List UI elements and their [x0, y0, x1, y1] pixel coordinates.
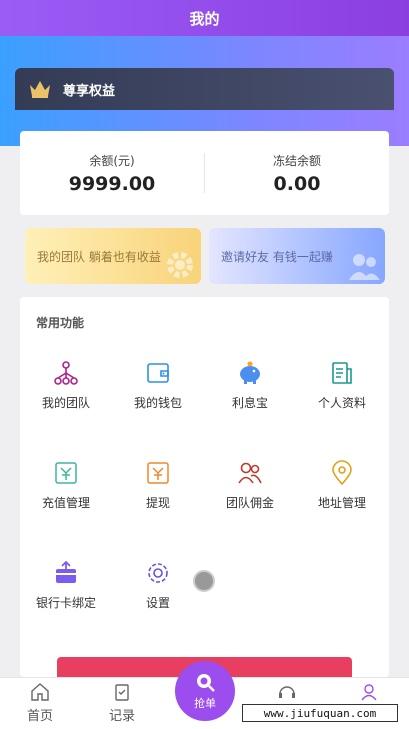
my-team-promo[interactable]: 我的团队 躺着也有收益 [25, 228, 201, 284]
bank-card-label: 银行卡绑定 [35, 596, 96, 610]
balance-card: 余额(元) 9999.00 冻结余额 0.00 [20, 131, 389, 215]
team-tree-icon [54, 361, 78, 385]
tab-records-label: 记录 [108, 709, 135, 724]
grab-order-button[interactable]: 抢单 [175, 661, 235, 721]
recharge-label: 充值管理 [41, 496, 90, 510]
tab-home-label: 首页 [26, 709, 53, 724]
settings-label: 设置 [145, 596, 170, 610]
grab-order-label: 抢单 [194, 697, 216, 710]
interest-treasure-entry[interactable]: 利息宝 [204, 360, 296, 411]
gear-decoration-icon [167, 252, 193, 278]
bank-card-entry[interactable]: 银行卡绑定 [20, 560, 112, 611]
gear-icon [148, 563, 168, 583]
common-functions-card: 常用功能 我的团队 我的钱包 利息宝 个人资料 充值管理 提现 团队佣金 地址管… [20, 297, 389, 677]
balance-column[interactable]: 余额(元) 9999.00 [20, 152, 204, 195]
home-icon [31, 683, 49, 701]
my-wallet-entry[interactable]: 我的钱包 [112, 360, 204, 411]
records-icon [115, 684, 129, 701]
people-decoration-icon [349, 254, 380, 280]
wallet-icon [147, 363, 169, 383]
page-title: 我的 [189, 9, 220, 28]
team-commission-entry[interactable]: 团队佣金 [204, 460, 296, 511]
profile-label: 个人资料 [317, 396, 366, 410]
team-commission-icon [238, 462, 262, 484]
crown-icon [30, 81, 50, 98]
tab-home[interactable]: 首页 [10, 682, 70, 724]
profile-entry[interactable]: 个人资料 [296, 360, 388, 411]
piggy-bank-icon [240, 361, 260, 384]
tab-service[interactable] [257, 682, 317, 702]
watermark: www.jiufuquan.com [242, 704, 398, 722]
touch-indicator [193, 570, 215, 592]
vip-benefits-label: 尊享权益 [63, 83, 116, 99]
balance-label: 余额(元) [89, 153, 135, 168]
my-team-promo-text: 我的团队 躺着也有收益 [37, 249, 161, 264]
bank-card-icon [56, 560, 76, 583]
tab-mine[interactable] [339, 682, 399, 702]
watermark-text: www.jiufuquan.com [263, 706, 377, 720]
recharge-icon [55, 462, 77, 484]
grab-order-icon [197, 674, 215, 692]
page-header: 我的 [0, 0, 409, 36]
frozen-balance-column[interactable]: 冻结余额 0.00 [205, 152, 389, 195]
tab-records[interactable]: 记录 [92, 682, 152, 724]
withdraw-label: 提现 [145, 496, 170, 510]
my-team-entry[interactable]: 我的团队 [20, 360, 112, 411]
settings-entry[interactable]: 设置 [112, 560, 204, 611]
address-entry[interactable]: 地址管理 [296, 460, 388, 511]
headset-icon [279, 686, 295, 698]
frozen-balance-value: 0.00 [273, 172, 321, 195]
my-wallet-label: 我的钱包 [133, 396, 182, 410]
location-pin-icon [332, 460, 352, 486]
vip-benefits-card[interactable]: 尊享权益 [15, 68, 394, 110]
invite-friends-promo-text: 邀请好友 有钱一起赚 [221, 249, 333, 264]
withdraw-icon [147, 462, 169, 484]
team-commission-label: 团队佣金 [225, 496, 274, 510]
common-functions-title: 常用功能 [36, 316, 85, 330]
user-icon [361, 684, 377, 701]
withdraw-entry[interactable]: 提现 [112, 460, 204, 511]
frozen-balance-label: 冻结余额 [272, 153, 321, 168]
invite-friends-promo[interactable]: 邀请好友 有钱一起赚 [209, 228, 385, 284]
recharge-entry[interactable]: 充值管理 [20, 460, 112, 511]
balance-value: 9999.00 [68, 172, 156, 195]
my-team-label: 我的团队 [41, 396, 90, 410]
profile-doc-icon [332, 362, 352, 384]
interest-treasure-label: 利息宝 [231, 396, 268, 410]
address-label: 地址管理 [317, 496, 366, 510]
